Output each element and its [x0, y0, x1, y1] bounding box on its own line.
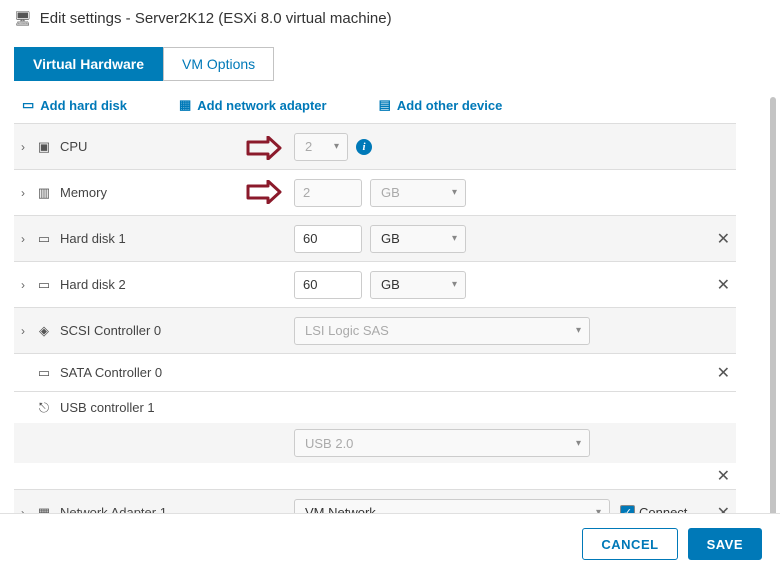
edit-settings-dialog: 🖥 Edit settings - Server2K12 (ESXi 8.0 v…	[0, 0, 780, 574]
hd2-unit-value: GB	[381, 277, 400, 292]
memory-icon: ▥	[36, 185, 52, 201]
add-hard-disk-link[interactable]: ▭ Add hard disk	[22, 97, 127, 113]
expander-memory[interactable]: ›	[18, 186, 28, 200]
sata-label: SATA Controller 0	[60, 365, 162, 380]
network-value: VM Network	[305, 505, 376, 513]
memory-value-input[interactable]	[294, 179, 362, 207]
hd2-unit-select[interactable]: GB	[370, 271, 466, 299]
add-hard-disk-label: Add hard disk	[40, 98, 127, 113]
cpu-icon: ▣	[36, 139, 52, 155]
network-icon: ▦	[179, 97, 191, 113]
usb-label: USB controller 1	[60, 400, 155, 415]
scsi-type-select[interactable]: LSI Logic SAS	[294, 317, 590, 345]
hd1-unit-select[interactable]: GB	[370, 225, 466, 253]
scsi-type-value: LSI Logic SAS	[305, 323, 389, 338]
disk-icon-hd1: ▭	[36, 231, 52, 247]
save-button[interactable]: SAVE	[688, 528, 762, 560]
nic-icon: ▦	[36, 505, 52, 514]
row-hard-disk-1: › ▭ Hard disk 1 GB ✕	[14, 215, 736, 261]
memory-label: Memory	[60, 185, 107, 200]
expander-hd2[interactable]: ›	[18, 278, 28, 292]
sata-icon: ▭	[36, 365, 52, 381]
tabs: Virtual Hardware VM Options	[14, 47, 762, 81]
row-cpu: › ▣ CPU 2 i	[14, 123, 736, 169]
scrollbar-thumb[interactable]	[770, 97, 776, 513]
dialog-header: 🖥 Edit settings - Server2K12 (ESXi 8.0 v…	[0, 0, 780, 37]
connect-checkbox[interactable]: ✓ Connect	[620, 505, 687, 513]
hardware-table: › ▣ CPU 2 i › ▥ Mem	[14, 123, 736, 513]
usb-type-value: USB 2.0	[305, 436, 353, 451]
memory-unit-value: GB	[381, 185, 400, 200]
row-usb: › ⎋ USB controller 1	[14, 391, 736, 423]
row-hard-disk-2: › ▭ Hard disk 2 GB ✕	[14, 261, 736, 307]
cpu-count-value: 2	[305, 139, 312, 154]
hd2-label: Hard disk 2	[60, 277, 126, 292]
expander-hd1[interactable]: ›	[18, 232, 28, 246]
dialog-footer: CANCEL SAVE	[0, 513, 780, 574]
disk-icon-hd2: ▭	[36, 277, 52, 293]
row-memory: › ▥ Memory GB	[14, 169, 736, 215]
scsi-label: SCSI Controller 0	[60, 323, 161, 338]
checkbox-icon: ✓	[620, 505, 635, 513]
tab-virtual-hardware[interactable]: Virtual Hardware	[14, 47, 163, 81]
usb-type-select[interactable]: USB 2.0	[294, 429, 590, 457]
annotation-arrow-cpu	[246, 136, 282, 160]
add-network-label: Add network adapter	[197, 98, 326, 113]
hd2-size-input[interactable]	[294, 271, 362, 299]
add-network-adapter-link[interactable]: ▦ Add network adapter	[179, 97, 327, 113]
info-icon[interactable]: i	[356, 139, 372, 155]
cancel-button[interactable]: CANCEL	[582, 528, 677, 560]
row-usb-value: USB 2.0	[14, 423, 736, 463]
disk-icon: ▭	[22, 97, 34, 113]
remove-usb[interactable]: ✕	[717, 466, 730, 486]
dialog-body: Virtual Hardware VM Options ▭ Add hard d…	[0, 37, 780, 513]
dialog-title: Edit settings - Server2K12 (ESXi 8.0 vir…	[40, 10, 392, 27]
remove-hd2[interactable]: ✕	[717, 275, 730, 295]
vm-icon: 🖥	[14, 10, 32, 27]
add-bar: ▭ Add hard disk ▦ Add network adapter ▤ …	[14, 87, 762, 123]
add-other-label: Add other device	[397, 98, 502, 113]
cpu-label: CPU	[60, 139, 87, 154]
expander-cpu[interactable]: ›	[18, 140, 28, 154]
remove-sata[interactable]: ✕	[717, 363, 730, 383]
net-label: Network Adapter 1	[60, 505, 167, 513]
annotation-arrow-memory	[246, 180, 282, 204]
expander-scsi[interactable]: ›	[18, 324, 28, 338]
row-scsi: › ◈ SCSI Controller 0 LSI Logic SAS	[14, 307, 736, 353]
usb-icon: ⎋	[36, 400, 52, 416]
expander-net[interactable]: ›	[18, 506, 28, 514]
hd1-size-input[interactable]	[294, 225, 362, 253]
network-select[interactable]: VM Network	[294, 499, 610, 514]
row-sata: › ▭ SATA Controller 0 ✕	[14, 353, 736, 391]
remove-hd1[interactable]: ✕	[717, 229, 730, 249]
row-usb-remove: ✕	[14, 463, 736, 489]
scsi-icon: ◈	[36, 323, 52, 339]
memory-unit-select[interactable]: GB	[370, 179, 466, 207]
remove-net[interactable]: ✕	[717, 503, 730, 514]
connect-label: Connect	[639, 505, 687, 513]
hd1-label: Hard disk 1	[60, 231, 126, 246]
cpu-count-select[interactable]: 2	[294, 133, 348, 161]
tab-vm-options[interactable]: VM Options	[163, 47, 274, 81]
add-other-device-link[interactable]: ▤ Add other device	[379, 97, 503, 113]
hd1-unit-value: GB	[381, 231, 400, 246]
row-network: › ▦ Network Adapter 1 VM Network ✓ Conne…	[14, 489, 736, 513]
device-icon: ▤	[379, 97, 391, 113]
